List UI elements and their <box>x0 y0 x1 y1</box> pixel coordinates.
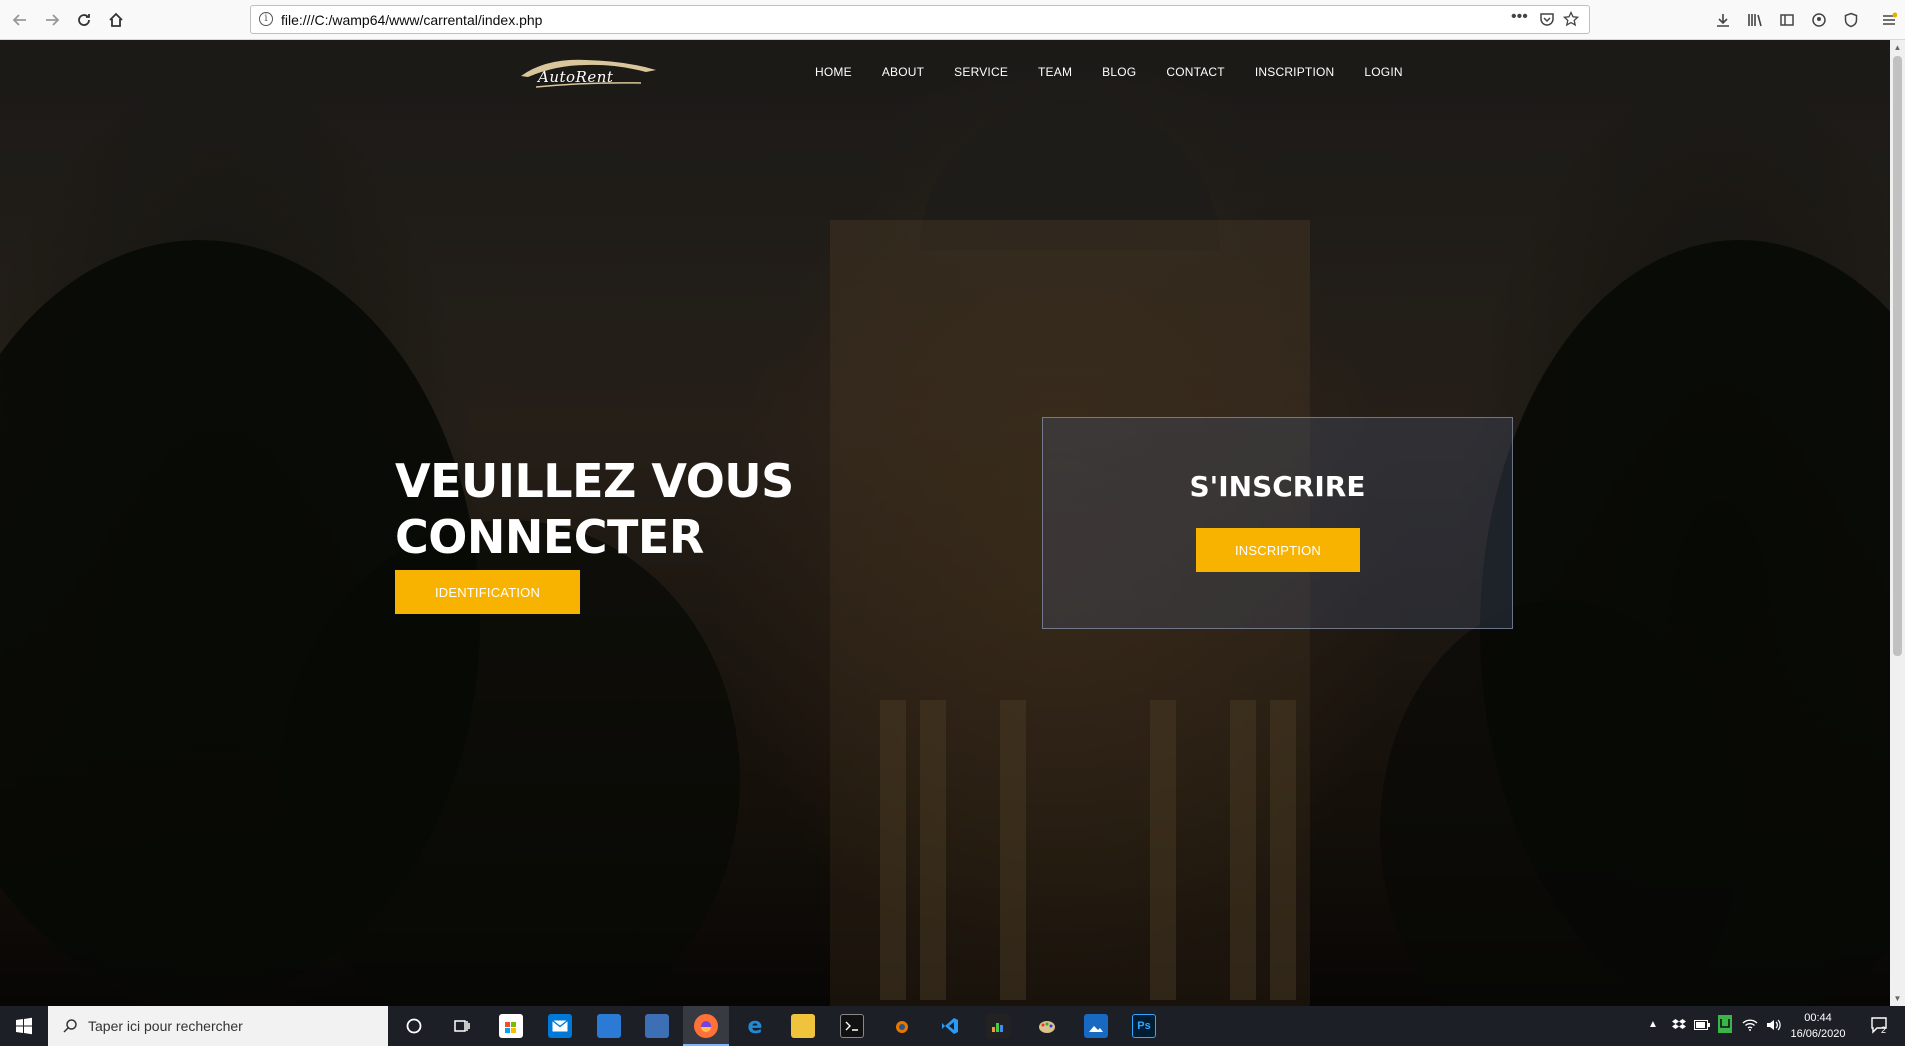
wifi-icon[interactable] <box>1742 1019 1758 1034</box>
library-icon[interactable] <box>1744 9 1766 31</box>
shield-icon[interactable] <box>1840 9 1862 31</box>
register-title: S'INSCRIRE <box>1189 470 1366 503</box>
logo-text: AutoRent <box>538 68 614 86</box>
blender-icon[interactable] <box>889 1014 913 1038</box>
nav-service[interactable]: SERVICE <box>954 65 1008 79</box>
search-icon <box>63 1019 77 1033</box>
vscode-icon[interactable] <box>938 1014 962 1038</box>
notification-icon[interactable]: 2 <box>1870 1016 1888 1037</box>
search-placeholder: Taper ici pour rechercher <box>88 1018 243 1034</box>
paint-icon[interactable] <box>1035 1014 1059 1038</box>
page-actions-icon[interactable]: ••• <box>1511 8 1528 26</box>
dropbox-icon[interactable] <box>1672 1019 1686 1034</box>
windows-taskbar: Taper ici pour rechercher e Ps ▲ 00:44 1… <box>0 1006 1905 1046</box>
home-icon[interactable] <box>104 8 128 32</box>
edge-icon[interactable]: e <box>743 1014 767 1039</box>
tray-expand-icon[interactable]: ▲ <box>1648 1019 1658 1030</box>
identification-button[interactable]: IDENTIFICATION <box>395 570 580 614</box>
url-text[interactable]: file:///C:/wamp64/www/carrental/index.ph… <box>281 12 542 28</box>
clock-date: 16/06/2020 <box>1790 1028 1846 1040</box>
nav-blog[interactable]: BLOG <box>1102 65 1136 79</box>
nav-about[interactable]: ABOUT <box>882 65 924 79</box>
mail-icon[interactable] <box>548 1014 572 1038</box>
remote-desktop-icon[interactable] <box>645 1014 669 1038</box>
site-logo[interactable]: AutoRent <box>516 52 661 92</box>
app-icon[interactable] <box>597 1014 621 1038</box>
battery-icon[interactable] <box>1694 1019 1710 1033</box>
downloads-icon[interactable] <box>1712 9 1734 31</box>
hero-title-line1: VEUILLEZ VOUS <box>395 454 794 508</box>
file-explorer-icon[interactable] <box>791 1014 815 1038</box>
nav-home[interactable]: HOME <box>815 65 852 79</box>
main-navigation: HOME ABOUT SERVICE TEAM BLOG CONTACT INS… <box>815 65 1433 79</box>
page-scrollbar[interactable]: ▲ ▼ <box>1890 40 1905 1006</box>
bookmark-star-icon[interactable] <box>1562 10 1580 30</box>
nav-contact[interactable]: CONTACT <box>1166 65 1225 79</box>
nav-login[interactable]: LOGIN <box>1364 65 1402 79</box>
photoshop-icon[interactable]: Ps <box>1132 1014 1156 1038</box>
taskbar-search[interactable]: Taper ici pour rechercher <box>48 1006 388 1046</box>
pocket-icon[interactable] <box>1539 11 1555 30</box>
nav-inscription[interactable]: INSCRIPTION <box>1255 65 1335 79</box>
photos-icon[interactable] <box>1084 1014 1108 1038</box>
hero-title: VEUILLEZ VOUS CONNECTER <box>395 453 915 565</box>
volume-icon[interactable] <box>1766 1019 1782 1034</box>
hero-title-line2: CONNECTER <box>395 510 704 564</box>
scroll-down-icon[interactable]: ▼ <box>1890 991 1905 1006</box>
clock-time: 00:44 <box>1804 1012 1832 1024</box>
account-icon[interactable] <box>1808 9 1830 31</box>
back-icon[interactable] <box>8 8 32 32</box>
cortana-icon[interactable] <box>402 1014 426 1038</box>
web-page: AutoRent HOME ABOUT SERVICE TEAM BLOG CO… <box>0 40 1890 1006</box>
menu-icon[interactable] <box>1878 9 1900 31</box>
sidebar-icon[interactable] <box>1776 9 1798 31</box>
register-panel: S'INSCRIRE INSCRIPTION <box>1042 417 1513 629</box>
browser-toolbar: i file:///C:/wamp64/www/carrental/index.… <box>0 0 1905 40</box>
firefox-icon[interactable] <box>694 1014 718 1038</box>
scroll-up-icon[interactable]: ▲ <box>1890 40 1905 55</box>
nav-team[interactable]: TEAM <box>1038 65 1072 79</box>
notification-count: 2 <box>1881 1025 1887 1035</box>
hero-overlay <box>0 40 1890 1006</box>
forward-icon[interactable] <box>40 8 64 32</box>
wamp-icon[interactable] <box>1718 1015 1732 1036</box>
terminal-icon[interactable] <box>840 1014 864 1038</box>
taskbar-clock[interactable]: 00:44 16/06/2020 <box>1790 1010 1846 1042</box>
site-info-icon[interactable]: i <box>259 12 273 26</box>
store-icon[interactable] <box>499 1014 523 1038</box>
inscription-button[interactable]: INSCRIPTION <box>1196 528 1360 572</box>
reload-icon[interactable] <box>72 8 96 32</box>
task-view-icon[interactable] <box>450 1014 474 1038</box>
chart-app-icon[interactable] <box>986 1014 1010 1038</box>
windows-start-icon[interactable] <box>0 1006 48 1046</box>
address-bar[interactable]: i file:///C:/wamp64/www/carrental/index.… <box>250 5 1590 34</box>
scroll-thumb[interactable] <box>1893 56 1902 656</box>
